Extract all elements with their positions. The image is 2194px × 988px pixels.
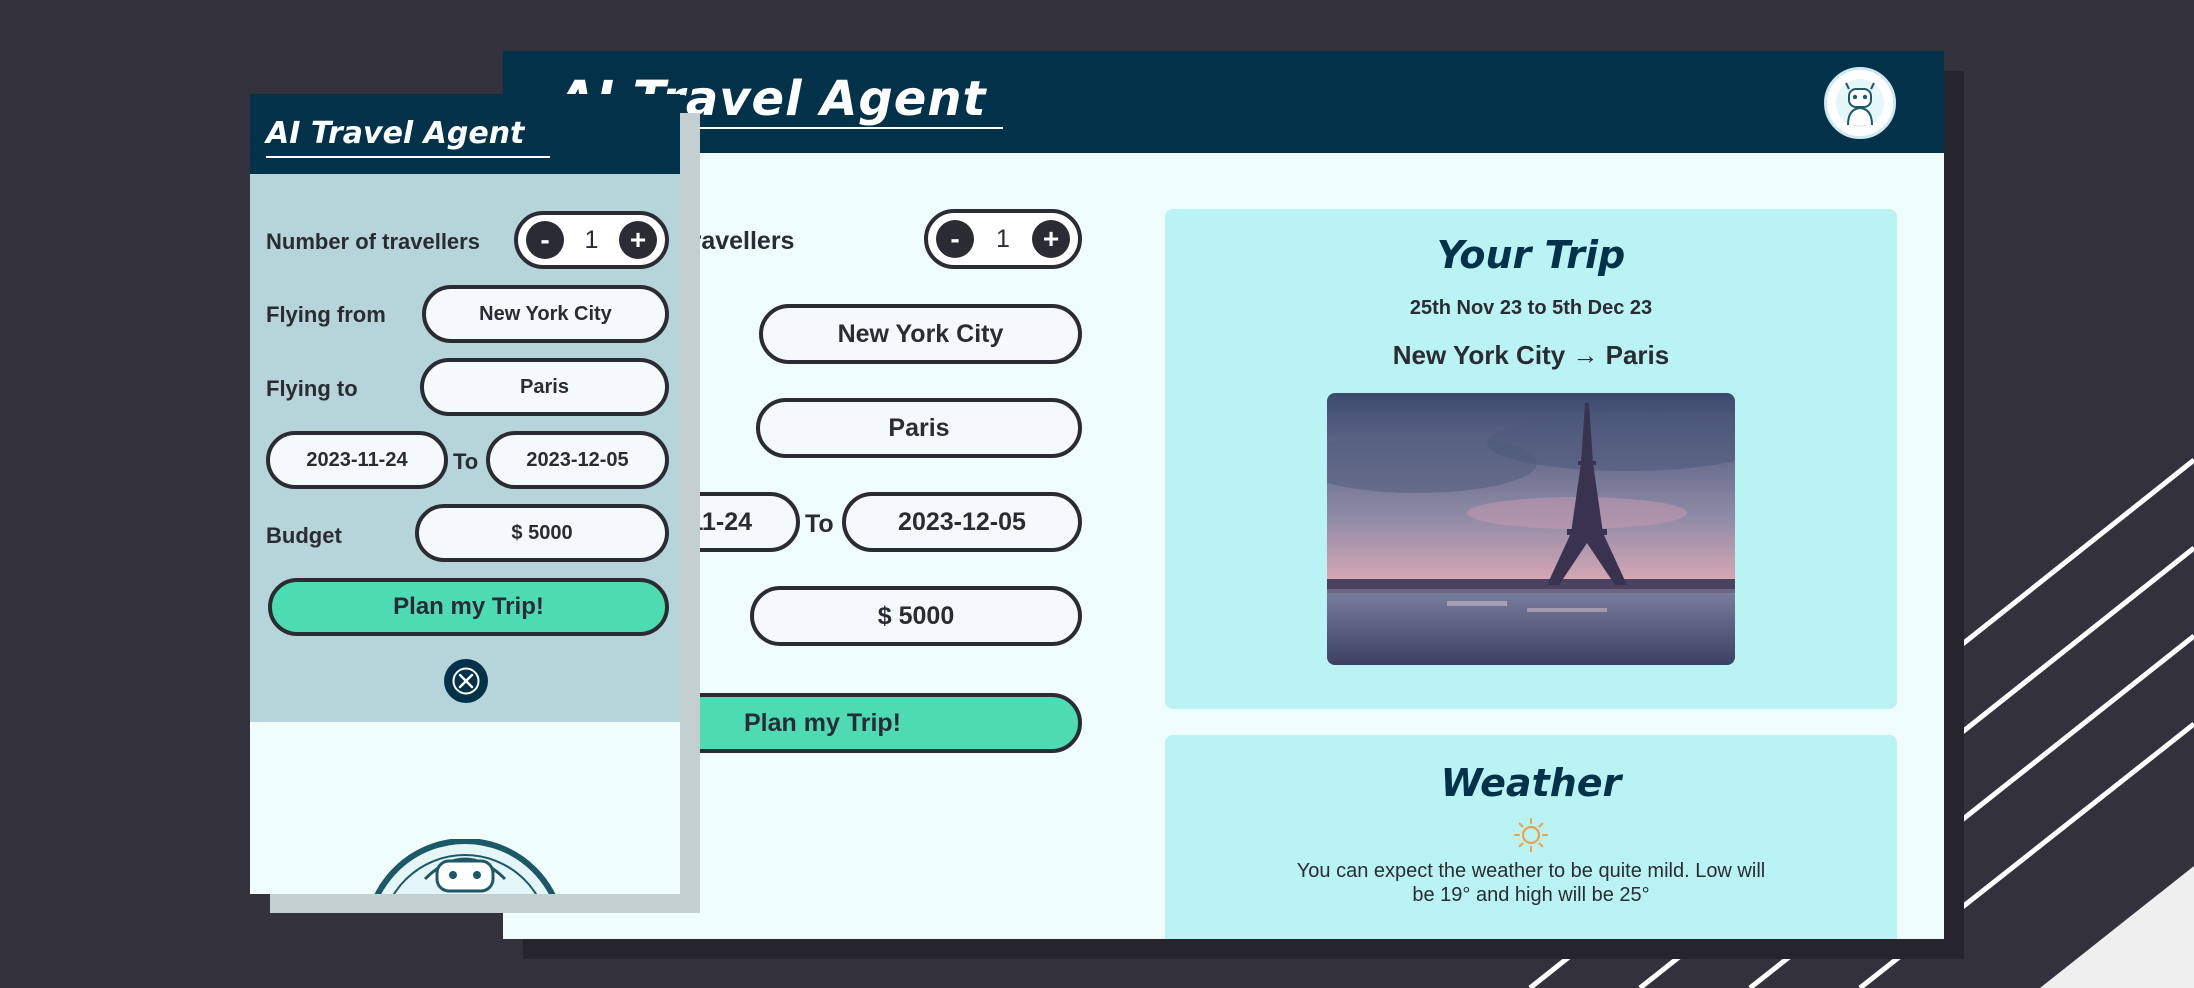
- weather-description: You can expect the weather to be quite m…: [1296, 860, 1766, 906]
- decrement-button[interactable]: -: [936, 220, 974, 258]
- mobile-app-title: AI Travel Agent: [266, 116, 525, 151]
- budget-input[interactable]: $ 5000: [750, 586, 1082, 646]
- mobile-window: AI Travel Agent Number of travellers - 1…: [250, 94, 680, 894]
- mobile-travellers-stepper: - 1 +: [514, 211, 669, 269]
- trip-card: Your Trip 25th Nov 23 to 5th Dec 23 New …: [1165, 209, 1897, 709]
- sun-icon: [1514, 818, 1548, 852]
- eiffel-tower-photo: [1327, 393, 1735, 665]
- weather-card: Weather You can expect the weather to be…: [1165, 735, 1897, 939]
- mobile-budget-label: Budget: [266, 523, 342, 548]
- close-icon: [452, 667, 480, 695]
- destination-photo: [1327, 393, 1735, 665]
- desktop-window: AI Travel Agent f travellers - 1 + n New…: [503, 51, 1944, 939]
- mobile-plan-trip-button[interactable]: Plan my Trip!: [268, 578, 669, 636]
- from-input[interactable]: New York City: [759, 304, 1082, 364]
- app-header: AI Travel Agent: [503, 51, 1944, 153]
- trip-route: New York City → Paris: [1392, 340, 1670, 370]
- increment-button[interactable]: +: [1032, 220, 1070, 258]
- travellers-stepper: - 1 +: [924, 209, 1082, 269]
- weather-heading: Weather: [1440, 761, 1622, 805]
- mobile-from-input[interactable]: New York City: [422, 285, 669, 343]
- avatar[interactable]: [1824, 67, 1896, 139]
- mobile-travellers-count: 1: [584, 225, 599, 254]
- mobile-header: AI Travel Agent: [250, 94, 680, 174]
- travellers-count: 1: [996, 224, 1010, 253]
- end-date-input[interactable]: 2023-12-05: [842, 492, 1082, 552]
- mobile-to-label: Flying to: [266, 376, 358, 401]
- mobile-title-underline: [266, 156, 550, 158]
- mobile-travellers-label: Number of travellers: [266, 229, 480, 254]
- mobile-end-date-input[interactable]: 2023-12-05: [486, 431, 669, 489]
- mobile-date-separator: To: [453, 449, 479, 474]
- robot-avatar-icon: [1836, 79, 1884, 127]
- trip-heading: Your Trip: [1436, 233, 1626, 277]
- date-separator: To: [805, 510, 834, 538]
- mobile-start-date-input[interactable]: 2023-11-24: [266, 431, 448, 489]
- to-input[interactable]: Paris: [756, 398, 1082, 458]
- close-button[interactable]: [444, 659, 488, 703]
- mobile-from-label: Flying from: [266, 302, 386, 327]
- mobile-decrement-button[interactable]: -: [526, 221, 564, 259]
- mobile-to-input[interactable]: Paris: [420, 358, 669, 416]
- mobile-budget-input[interactable]: $ 5000: [415, 504, 669, 562]
- trip-dates: 25th Nov 23 to 5th Dec 23: [1409, 297, 1653, 319]
- robot-mascot-icon: [374, 839, 556, 894]
- mobile-increment-button[interactable]: +: [619, 221, 657, 259]
